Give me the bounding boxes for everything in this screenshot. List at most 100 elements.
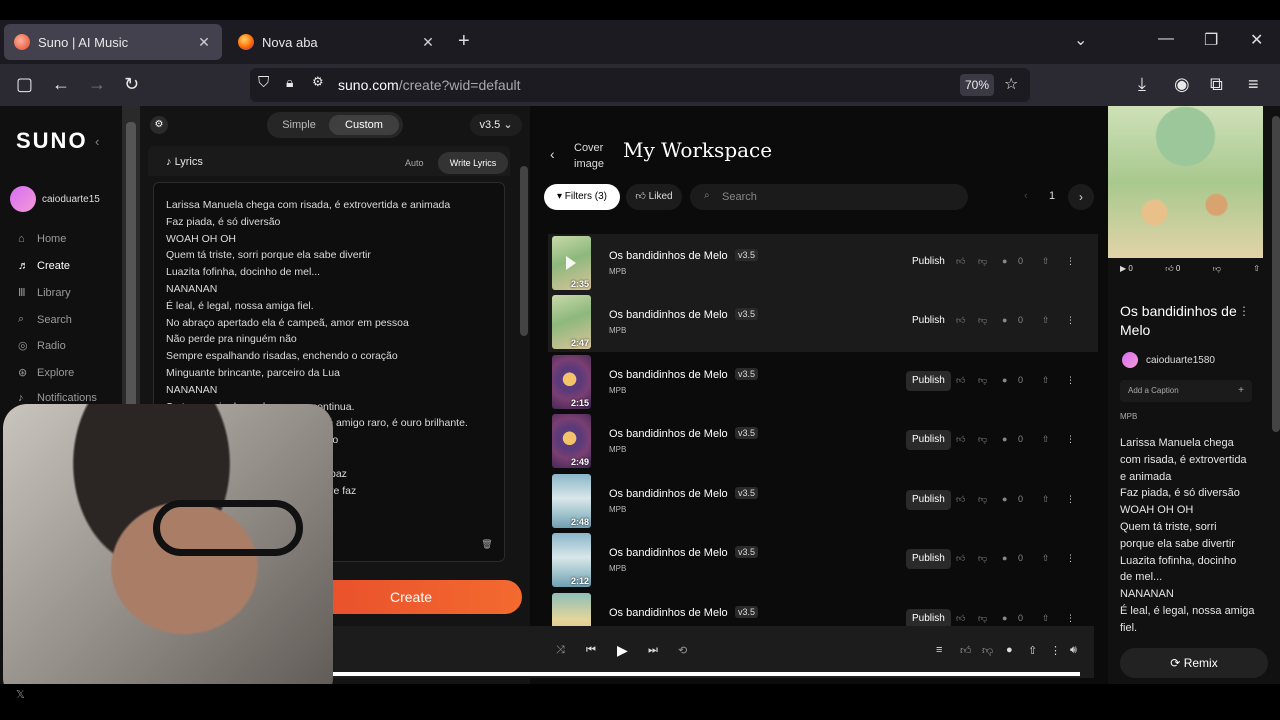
suno-logo[interactable]: SUNO (16, 128, 88, 154)
song-row[interactable]: 2:12 Os bandidinhos de Melo v3.5 MPB Pub… (548, 531, 1098, 590)
thumbs-down-icon[interactable]: 👎︎ (978, 434, 987, 445)
share-icon[interactable]: ⇧ (1042, 315, 1050, 326)
song-cover[interactable]: 2:35 (552, 236, 591, 290)
plus-icon[interactable]: + (1238, 380, 1244, 402)
sidebar-toggle-icon[interactable]: ▢ (16, 74, 33, 95)
play-icon[interactable] (566, 256, 576, 270)
liked-button[interactable]: 👍︎ Liked (626, 184, 682, 210)
filters-button[interactable]: ▾ Filters (3) (544, 184, 620, 210)
account-icon[interactable]: ◉ (1174, 74, 1190, 95)
thumbs-down-icon[interactable]: 👎︎ (978, 613, 987, 624)
prev-page-icon[interactable]: ‹ (1024, 190, 1028, 202)
more-icon[interactable]: ⋮ (1066, 553, 1075, 564)
share-icon[interactable]: ⇧ (1028, 644, 1037, 657)
comment-icon[interactable]: ● (1002, 613, 1007, 623)
cover-image-label[interactable]: Cover image (574, 140, 614, 170)
extensions-icon[interactable]: ⧉ (1210, 74, 1223, 95)
publish-button[interactable]: Publish (906, 311, 951, 331)
song-title[interactable]: Os bandidinhos de Melo (609, 309, 728, 321)
sidebar-item-notifications[interactable]: ♪ Notifications (18, 392, 97, 404)
share-icon[interactable]: ⇧ (1042, 553, 1050, 564)
thumbs-down-icon[interactable]: 👎︎ (978, 494, 987, 505)
next-icon[interactable]: ⏭︎ (648, 644, 658, 657)
more-icon[interactable]: ⋮ (1238, 304, 1250, 318)
thumbs-down-icon[interactable]: 👎︎ (978, 256, 987, 267)
song-cover[interactable]: 2:49 (552, 414, 591, 468)
comment-icon[interactable]: ● (1002, 256, 1007, 266)
tab-new[interactable]: Nova aba ✕ (228, 24, 446, 60)
share-icon[interactable]: ⇧ (1253, 264, 1260, 280)
tab-suno[interactable]: Suno | AI Music ✕ (4, 24, 222, 60)
share-icon[interactable]: ⇧ (1042, 613, 1050, 624)
song-cover[interactable]: 2:15 (552, 355, 591, 409)
publish-button[interactable]: Publish (906, 430, 951, 450)
repeat-icon[interactable]: ⟲ (678, 644, 687, 657)
zoom-level[interactable]: 70% (960, 74, 994, 96)
next-page-button[interactable]: › (1068, 184, 1094, 210)
thumbs-down-icon[interactable]: 👎︎ (978, 315, 987, 326)
publish-button[interactable]: Publish (906, 549, 951, 569)
more-icon[interactable]: ⋮ (1066, 256, 1075, 267)
comment-icon[interactable]: ● (1006, 644, 1013, 656)
thumbs-up-icon[interactable]: 👍︎ (956, 613, 965, 624)
comment-icon[interactable]: ● (1002, 375, 1007, 385)
song-title[interactable]: Os bandidinhos de Melo (609, 607, 728, 619)
caption-input[interactable]: Add a Caption + (1120, 380, 1252, 402)
song-cover-art[interactable] (1108, 106, 1263, 258)
queue-icon[interactable]: ≡ (936, 644, 942, 656)
publish-button[interactable]: Publish (906, 490, 951, 510)
remix-button[interactable]: ⟳ Remix (1120, 648, 1268, 678)
shield-icon[interactable]: ⛉ (258, 74, 269, 91)
detail-scrollbar[interactable] (1272, 116, 1280, 432)
sidebar-item-search[interactable]: ⌕ Search (18, 313, 72, 326)
like-count[interactable]: 👍︎ 0 (1165, 264, 1180, 280)
more-icon[interactable]: ⋮ (1066, 315, 1075, 326)
thumbs-down-icon[interactable]: 👎︎ (978, 553, 987, 564)
reload-icon[interactable]: ↻ (124, 74, 139, 95)
write-lyrics-button[interactable]: Write Lyrics (438, 152, 508, 174)
forward-icon[interactable]: → (88, 74, 106, 95)
song-row[interactable]: 2:47 Os bandidinhos de Melo v3.5 MPB Pub… (548, 293, 1098, 352)
mode-simple-button[interactable]: Simple (271, 115, 327, 135)
thumbs-up-icon[interactable]: 👍︎ (956, 315, 965, 326)
collapse-sidebar-icon[interactable]: ‹ (95, 134, 99, 149)
sidebar-item-radio[interactable]: ◎ Radio (18, 339, 66, 353)
url-text[interactable]: suno.com/create?wid=default (338, 77, 521, 93)
download-icon[interactable]: ⤓ (1138, 74, 1146, 95)
song-row[interactable]: 2:48 Os bandidinhos de Melo v3.5 MPB Pub… (548, 472, 1098, 531)
thumbs-up-icon[interactable]: 👍︎ (956, 375, 965, 386)
detail-user[interactable]: caioduarte1580 (1122, 352, 1215, 368)
comment-icon[interactable]: ● (1002, 315, 1007, 325)
lock-icon[interactable]: 🔒︎ (286, 74, 293, 91)
url-bar[interactable]: ⛉ 🔒︎ ⚙ suno.com/create?wid=default 70% ☆ (250, 68, 1030, 102)
permissions-icon[interactable]: ⚙ (312, 74, 324, 90)
sidebar-item-home[interactable]: ⌂ Home (18, 233, 66, 245)
back-chevron-icon[interactable]: ‹ (550, 146, 555, 162)
previous-icon[interactable]: ⏮︎ (586, 644, 596, 657)
sidebar-item-library[interactable]: Ⅲ Library (18, 286, 71, 300)
thumbs-down-icon[interactable]: 👎︎ (978, 375, 987, 386)
search-input[interactable] (722, 189, 952, 205)
publish-button[interactable]: Publish (906, 371, 951, 391)
thumbs-up-icon[interactable]: 👍︎ (960, 644, 972, 657)
share-icon[interactable]: ⇧ (1042, 494, 1050, 505)
more-icon[interactable]: ⋮ (1066, 613, 1075, 624)
song-cover[interactable]: 2:48 (552, 474, 591, 528)
comment-icon[interactable]: ● (1002, 434, 1007, 444)
play-count[interactable]: ▶ 0 (1120, 264, 1133, 280)
bookmark-star-icon[interactable]: ☆ (1004, 74, 1018, 94)
scrollbar-thumb[interactable] (126, 122, 136, 422)
song-title[interactable]: Os bandidinhos de Melo (609, 488, 728, 500)
thumbs-up-icon[interactable]: 👍︎ (956, 494, 965, 505)
sidebar-item-explore[interactable]: ⊛ Explore (18, 366, 74, 380)
thumbs-up-icon[interactable]: 👍︎ (956, 434, 965, 445)
song-cover[interactable]: 2:47 (552, 295, 591, 349)
thumbs-down-icon[interactable]: 👎︎ (1213, 264, 1221, 280)
restore-icon[interactable]: ❐ (1204, 30, 1218, 50)
more-icon[interactable]: ⋮ (1066, 375, 1075, 386)
comment-icon[interactable]: ● (1002, 494, 1007, 504)
close-tab-icon[interactable]: ✕ (196, 34, 212, 51)
list-tabs-icon[interactable]: ⌄ (1074, 30, 1087, 50)
shuffle-icon[interactable]: ⤨ (556, 644, 565, 657)
play-icon[interactable]: ▶ (617, 642, 628, 659)
